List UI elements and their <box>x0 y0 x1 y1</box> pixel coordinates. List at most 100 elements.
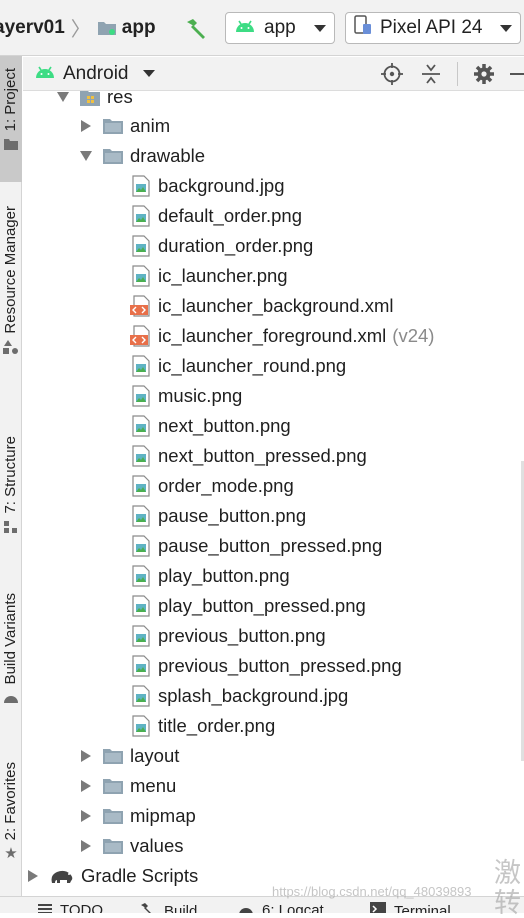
expand-arrow-icon[interactable] <box>53 91 73 107</box>
tree-node-mipmap[interactable]: mipmap <box>76 801 196 831</box>
image-file-icon <box>130 205 152 227</box>
run-configuration-select[interactable]: app <box>225 12 335 44</box>
android-icon <box>238 902 254 913</box>
tree-node-file[interactable]: pause_button.png <box>130 501 306 531</box>
tab-favorites[interactable]: 2: Favorites ★ <box>0 762 22 884</box>
project-view-select[interactable]: Android <box>35 63 155 85</box>
tab-todo-label: TODO <box>60 902 104 913</box>
tab-resource-manager[interactable]: Resource Manager <box>0 206 22 386</box>
tree-node-label: ic_launcher_background.xml <box>158 295 394 316</box>
qualifier-tag: (v24) <box>392 325 435 346</box>
folder-icon <box>102 805 124 827</box>
image-file-icon <box>130 265 152 287</box>
expand-arrow-icon[interactable] <box>23 866 43 886</box>
project-view-label: Android <box>63 62 129 84</box>
expand-arrow-icon[interactable] <box>76 806 96 826</box>
tree-node-file[interactable]: title_order.png <box>130 711 275 741</box>
tab-todo[interactable]: TODO <box>38 902 103 913</box>
structure-icon <box>4 520 18 538</box>
chevron-down-icon <box>142 70 155 77</box>
tab-structure-label: 7: Structure <box>2 436 19 514</box>
tree-node-file[interactable]: ic_launcher_foreground.xml (v24) <box>130 321 434 351</box>
tree-node-label: pause_button_pressed.png <box>158 535 383 556</box>
terminal-icon <box>370 902 386 913</box>
tree-node-layout[interactable]: layout <box>76 741 179 771</box>
tree-node-label: duration_order.png <box>158 235 314 256</box>
tree-node-file[interactable]: ic_launcher.png <box>130 261 288 291</box>
tree-node-label: play_button.png <box>158 565 290 586</box>
locate-file-crosshair-icon[interactable] <box>379 61 405 87</box>
device-select[interactable]: Pixel API 24 <box>345 12 521 44</box>
tree-node-file[interactable]: duration_order.png <box>130 231 313 261</box>
tree-node-values[interactable]: values <box>76 831 183 861</box>
android-icon <box>234 17 256 39</box>
tree-node-label: title_order.png <box>158 715 276 736</box>
image-file-icon <box>130 685 152 707</box>
tab-project[interactable]: 1: Project <box>0 56 22 182</box>
tab-build-variants[interactable]: Build Variants <box>0 593 22 723</box>
expand-arrow-icon[interactable] <box>76 776 96 796</box>
breadcrumb-module[interactable]: app <box>97 17 156 39</box>
device-phone-icon <box>354 15 372 41</box>
tree-node-label: next_button_pressed.png <box>158 445 367 466</box>
tab-project-label: 1: Project <box>2 68 19 132</box>
expand-arrow-icon[interactable] <box>76 746 96 766</box>
make-project-hammer-icon[interactable] <box>182 14 210 42</box>
tab-terminal[interactable]: Terminal <box>370 902 451 913</box>
device-label: Pixel API 24 <box>380 17 483 38</box>
image-file-icon <box>130 475 152 497</box>
expand-arrow-icon[interactable] <box>76 116 96 136</box>
tree-node-file[interactable]: order_mode.png <box>130 471 294 501</box>
tree-node-file[interactable]: background.jpg <box>130 171 285 201</box>
module-name: app <box>121 16 156 38</box>
tab-structure[interactable]: 7: Structure <box>0 436 22 551</box>
tree-node-gradle-scripts[interactable]: Gradle Scripts <box>23 861 198 891</box>
tree-node-file[interactable]: next_button.png <box>130 411 291 441</box>
expand-arrow-icon[interactable] <box>76 836 96 856</box>
tree-node-label: order_mode.png <box>158 475 294 496</box>
tree-node-label: next_button.png <box>158 415 291 436</box>
tree-node-file[interactable]: ic_launcher_background.xml <box>130 291 394 321</box>
tab-favorites-label: 2: Favorites <box>2 762 19 841</box>
collapse-all-icon[interactable] <box>418 61 444 87</box>
tree-node-file[interactable]: default_order.png <box>130 201 302 231</box>
tab-build-label: Build <box>164 902 198 914</box>
tab-logcat[interactable]: 6: Logcat <box>238 902 324 913</box>
image-file-icon <box>130 625 152 647</box>
tree-node-file[interactable]: previous_button.png <box>130 621 326 651</box>
tree-node-res[interactable]: res <box>53 91 133 112</box>
tree-node-label: ic_launcher.png <box>158 265 288 286</box>
star-icon: ★ <box>4 845 18 863</box>
image-file-icon <box>130 535 152 557</box>
tree-node-drawable[interactable]: drawable <box>76 141 205 171</box>
minimize-icon[interactable] <box>510 61 524 87</box>
tree-node-label: menu <box>130 775 177 796</box>
gear-icon[interactable] <box>471 61 497 87</box>
tree-node-file[interactable]: play_button.png <box>130 561 290 591</box>
tree-node-file[interactable]: music.png <box>130 381 242 411</box>
image-file-icon <box>130 565 152 587</box>
tree-node-file[interactable]: play_button_pressed.png <box>130 591 366 621</box>
folder-icon <box>102 775 124 797</box>
breadcrumb-project[interactable]: ayerv01 <box>0 17 65 39</box>
hammer-icon <box>140 902 156 913</box>
project-name: ayerv01 <box>0 16 65 38</box>
image-file-icon <box>130 655 152 677</box>
tree-node-file[interactable]: previous_button_pressed.png <box>130 651 402 681</box>
tree-node-label: ic_launcher_foreground.xml <box>158 325 387 346</box>
tree-node-label: mipmap <box>130 805 196 826</box>
toolbar-divider <box>457 62 458 86</box>
tree-node-label: ic_launcher_round.png <box>158 355 347 376</box>
image-file-icon <box>130 595 152 617</box>
tab-build[interactable]: Build <box>140 902 197 913</box>
tree-node-file[interactable]: pause_button_pressed.png <box>130 531 382 561</box>
tree-node-anim[interactable]: anim <box>76 111 170 141</box>
tree-node-menu[interactable]: menu <box>76 771 176 801</box>
tree-node-label: music.png <box>158 385 243 406</box>
tree-node-file[interactable]: splash_background.jpg <box>130 681 348 711</box>
tree-node-label: values <box>130 835 184 856</box>
tree-node-file[interactable]: next_button_pressed.png <box>130 441 367 471</box>
tree-node-file[interactable]: ic_launcher_round.png <box>130 351 346 381</box>
folder-icon <box>102 145 124 167</box>
expand-arrow-icon[interactable] <box>76 146 96 166</box>
